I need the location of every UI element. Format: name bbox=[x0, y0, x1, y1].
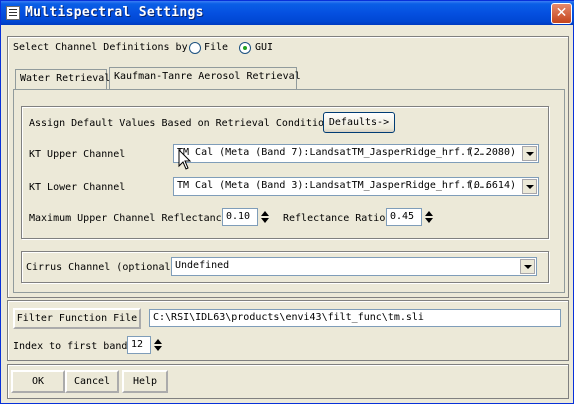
title-bar[interactable]: Multispectral Settings ✕ bbox=[1, 1, 574, 25]
index-first-band-input[interactable]: 12 bbox=[127, 336, 151, 354]
cirrus-channel-select[interactable]: Undefined bbox=[171, 257, 537, 276]
tab-water-retrieval-label: Water Retrieval bbox=[20, 73, 111, 84]
spin-down-icon[interactable] bbox=[425, 218, 433, 223]
kt-upper-channel-select[interactable]: TM Cal (Meta (Band 7):LandsatTM_JasperRi… bbox=[173, 144, 539, 163]
reflectance-ratio-spinner[interactable] bbox=[423, 208, 435, 226]
chevron-down-icon[interactable] bbox=[522, 146, 537, 161]
filter-function-file-button[interactable]: Filter Function File bbox=[13, 308, 141, 329]
close-button[interactable]: ✕ bbox=[551, 3, 572, 24]
defaults-button-label: Defaults-> bbox=[328, 117, 390, 128]
app-icon bbox=[6, 6, 20, 20]
max-reflectance-spinner[interactable] bbox=[259, 208, 271, 226]
spin-down-icon[interactable] bbox=[261, 218, 269, 223]
spin-up-icon[interactable] bbox=[154, 339, 162, 344]
reflectance-ratio-input[interactable]: 0.45 bbox=[386, 208, 422, 226]
filter-path-field[interactable]: C:\RSI\IDL63\products\envi43\filt_func\t… bbox=[149, 309, 561, 327]
cirrus-value: Undefined bbox=[175, 260, 230, 271]
mouse-cursor-icon bbox=[178, 149, 192, 170]
max-reflectance-input[interactable]: 0.10 bbox=[222, 208, 258, 226]
tab-kaufman-tanre-label: Kaufman-Tanre Aerosol Retrieval bbox=[114, 71, 301, 82]
spin-down-icon[interactable] bbox=[154, 346, 162, 351]
ok-button[interactable]: OK bbox=[11, 370, 65, 393]
kt-upper-value: TM Cal (Meta (Band 7):LandsatTM_JasperRi… bbox=[177, 147, 491, 158]
filter-function-file-label: Filter Function File bbox=[16, 313, 138, 324]
chevron-down-icon[interactable] bbox=[522, 179, 537, 194]
cancel-button-label: Cancel bbox=[73, 376, 111, 387]
dialog-window: Multispectral Settings ✕ Select Channel … bbox=[0, 0, 574, 404]
channel-def-label: Select Channel Definitions by bbox=[13, 42, 188, 53]
tab-water-retrieval[interactable]: Water Retrieval bbox=[15, 69, 111, 89]
max-reflectance-label: Maximum Upper Channel Reflectance bbox=[29, 213, 228, 224]
reflectance-ratio-label: Reflectance Ratio bbox=[283, 213, 386, 224]
kt-upper-wavelength: (2.2080) bbox=[467, 147, 516, 158]
index-first-band-spinner[interactable] bbox=[152, 336, 164, 354]
help-button-label: Help bbox=[132, 376, 158, 387]
window-title: Multispectral Settings bbox=[25, 5, 204, 20]
ok-button-label: OK bbox=[31, 376, 45, 387]
chevron-down-icon[interactable] bbox=[520, 259, 535, 274]
radio-file-label[interactable]: File bbox=[204, 42, 228, 53]
index-first-band-label: Index to first band bbox=[13, 341, 128, 352]
radio-gui-label[interactable]: GUI bbox=[255, 42, 273, 53]
kt-lower-wavelength: (0.6614) bbox=[467, 180, 516, 191]
spin-up-icon[interactable] bbox=[425, 211, 433, 216]
cirrus-label: Cirrus Channel (optional) bbox=[26, 262, 177, 273]
kt-upper-label: KT Upper Channel bbox=[29, 149, 126, 160]
kt-lower-channel-select[interactable]: TM Cal (Meta (Band 3):LandsatTM_JasperRi… bbox=[173, 177, 539, 196]
cancel-button[interactable]: Cancel bbox=[65, 370, 119, 393]
close-icon: ✕ bbox=[555, 5, 568, 21]
assign-defaults-label: Assign Default Values Based on Retrieval… bbox=[29, 118, 337, 129]
radio-file[interactable] bbox=[189, 42, 201, 54]
defaults-button[interactable]: Defaults-> bbox=[323, 112, 395, 133]
help-button[interactable]: Help bbox=[122, 370, 168, 393]
kt-lower-value: TM Cal (Meta (Band 3):LandsatTM_JasperRi… bbox=[177, 180, 491, 191]
kt-lower-label: KT Lower Channel bbox=[29, 182, 126, 193]
tab-kaufman-tanre[interactable]: Kaufman-Tanre Aerosol Retrieval bbox=[109, 67, 301, 89]
spin-up-icon[interactable] bbox=[261, 211, 269, 216]
radio-gui[interactable] bbox=[239, 42, 251, 54]
